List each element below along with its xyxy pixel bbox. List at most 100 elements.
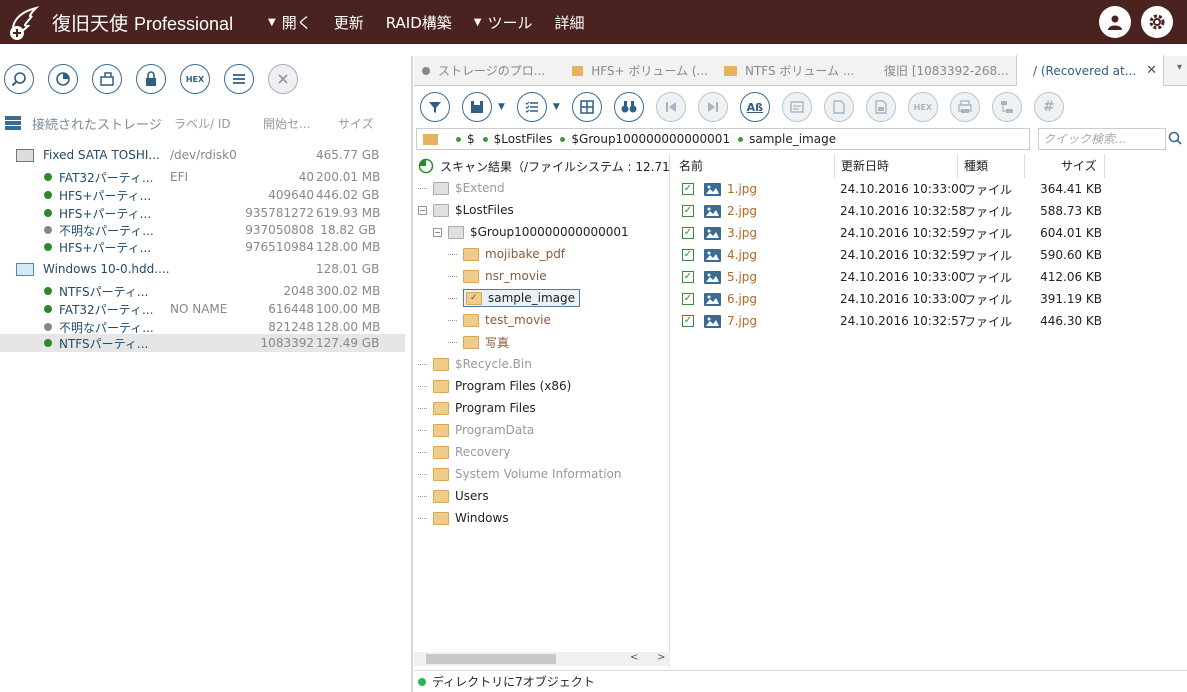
tree-item[interactable]: − $LostFiles	[418, 200, 514, 220]
tree-button[interactable]	[991, 92, 1022, 122]
hash-button[interactable]: #	[1033, 92, 1064, 122]
tree-item[interactable]: mojibake_pdf	[448, 244, 565, 264]
storage-partition-row[interactable]: NTFSパーティ... 1083392 127.49 GB	[0, 334, 405, 352]
breadcrumb-item[interactable]: sample_image	[749, 132, 836, 146]
scroll-left-icon[interactable]: <	[630, 652, 638, 663]
save-dropdown-icon[interactable]: ▼	[498, 102, 505, 112]
tree-item[interactable]: test_movie	[448, 310, 551, 330]
save-button[interactable]	[462, 92, 492, 122]
file-size: 590.60 KB	[1040, 248, 1102, 262]
disk-info-button[interactable]	[48, 64, 78, 94]
encoding-button[interactable]: Aß	[739, 92, 770, 122]
tree-item[interactable]: System Volume Information	[418, 464, 621, 484]
scan-button[interactable]	[4, 64, 34, 94]
file-checkbox[interactable]: ✓	[682, 227, 694, 239]
filter-button[interactable]	[420, 92, 450, 122]
menu-item-3[interactable]: ▼ ツール	[474, 12, 533, 33]
find-button[interactable]	[613, 92, 644, 122]
tree-item[interactable]: ProgramData	[418, 420, 534, 440]
list-button[interactable]	[224, 64, 254, 94]
search-icon[interactable]	[1168, 131, 1182, 148]
breadcrumb-item[interactable]: $Group100000000000001	[571, 132, 730, 146]
file-checkbox[interactable]: ✓	[682, 271, 694, 283]
menu-item-1[interactable]: 更新	[334, 12, 364, 33]
file-row[interactable]: ✓ 3.jpg 24.10.2016 10:32:59 ファイル 604.01 KB	[672, 222, 1187, 244]
panel-splitter[interactable]	[411, 56, 413, 692]
hex-view-button[interactable]: HEX	[907, 92, 938, 122]
file-row[interactable]: ✓ 7.jpg 24.10.2016 10:32:57 ファイル 446.30 KB	[672, 310, 1187, 332]
next-button[interactable]	[697, 92, 728, 122]
select-dropdown-icon[interactable]: ▼	[553, 102, 560, 112]
storage-partition-row[interactable]: HFS+パーティ... 976510984 128.00 MB	[0, 238, 405, 256]
file-checkbox[interactable]: ✓	[682, 249, 694, 261]
tab-4[interactable]: / (Recovered at... ✕	[1016, 55, 1164, 86]
tree-item[interactable]: Recovery	[418, 442, 511, 462]
menu-item-2[interactable]: RAID構築	[386, 12, 452, 33]
storage-partition-row[interactable]: FAT32パーティ... EFI 40 200.01 MB	[0, 168, 405, 186]
tree-item[interactable]: $Extend	[418, 178, 505, 198]
file-row[interactable]: ✓ 2.jpg 24.10.2016 10:32:58 ファイル 588.73 KB	[672, 200, 1187, 222]
preview-button[interactable]	[781, 92, 812, 122]
collapse-icon[interactable]: −	[433, 227, 442, 237]
image-button[interactable]	[92, 64, 122, 94]
tab-3[interactable]: 復旧 [1083392-268...	[868, 56, 1016, 86]
file-checkbox[interactable]: ✓	[682, 205, 694, 217]
tree-item[interactable]: Program Files (x86)	[418, 376, 571, 396]
tree-item[interactable]: 写真	[448, 332, 509, 352]
breadcrumb[interactable]: $ $LostFiles $Group100000000000001 sample_i…	[416, 128, 1030, 150]
column-size[interactable]: サイズ	[1024, 154, 1104, 178]
tab-0[interactable]: ストレージのプロ...	[414, 56, 564, 86]
scroll-right-icon[interactable]: >	[657, 652, 665, 663]
file-checkbox[interactable]: ✓	[682, 293, 694, 305]
file-size: 391.19 KB	[1040, 292, 1102, 306]
tree-item[interactable]: Program Files	[418, 398, 536, 418]
scroll-thumb[interactable]	[426, 654, 556, 664]
tree-root[interactable]: スキャン結果（/ファイルシステム : 12.71 GB	[418, 156, 669, 176]
storage-partition-row[interactable]: FAT32パーティ... NO NAME 616448 100.00 MB	[0, 300, 405, 318]
account-button[interactable]	[1099, 6, 1131, 38]
breadcrumb-item[interactable]: $LostFiles	[494, 132, 553, 146]
close-storage-button[interactable]	[268, 64, 298, 94]
file-row[interactable]: ✓ 1.jpg 24.10.2016 10:33:00 ファイル 364.41 KB	[672, 178, 1187, 200]
tab-overflow-icon[interactable]: ▾	[1177, 62, 1182, 73]
tree-item[interactable]: $Recycle.Bin	[418, 354, 532, 374]
prev-button[interactable]	[655, 92, 686, 122]
tree-hscrollbar[interactable]: < >	[414, 652, 670, 666]
file-row[interactable]: ✓ 6.jpg 24.10.2016 10:33:00 ファイル 391.19 KB	[672, 288, 1187, 310]
menu-item-4[interactable]: 詳細	[555, 12, 585, 33]
settings-button[interactable]	[1141, 6, 1173, 38]
breadcrumb-item[interactable]: $	[467, 132, 475, 146]
doc-button[interactable]	[823, 92, 854, 122]
column-date[interactable]: 更新日時	[834, 154, 889, 178]
file-row[interactable]: ✓ 4.jpg 24.10.2016 10:32:59 ファイル 590.60 KB	[672, 244, 1187, 266]
collapse-icon[interactable]: −	[418, 205, 427, 215]
column-name[interactable]: 名前	[679, 154, 703, 178]
file-checkbox[interactable]: ✓	[682, 183, 694, 195]
tab-1[interactable]: HFS+ ボリューム (...	[564, 56, 716, 86]
file-checkbox[interactable]: ✓	[682, 315, 694, 327]
hex-button[interactable]: HEX	[180, 64, 210, 94]
grid-view-button[interactable]	[571, 92, 602, 122]
selected-tree-item[interactable]: ✓ sample_image	[463, 289, 581, 307]
quick-search-input[interactable]: クイック検索...	[1038, 128, 1166, 150]
file-row[interactable]: ✓ 5.jpg 24.10.2016 10:33:00 ファイル 412.06 KB	[672, 266, 1187, 288]
select-list-button[interactable]	[516, 92, 547, 122]
save-doc-button[interactable]	[865, 92, 896, 122]
tree-item[interactable]: Windows	[418, 508, 509, 528]
storage-disk-row[interactable]: Windows 10-0.hdd.... 128.01 GB	[0, 260, 405, 278]
print-button[interactable]	[949, 92, 980, 122]
storage-partition-row[interactable]: HFS+パーティ... 409640 446.02 GB	[0, 186, 405, 204]
menu-item-0[interactable]: ▼ 開く	[268, 12, 312, 33]
storage-partition-row[interactable]: HFS+パーティ... 935781272 619.93 MB	[0, 204, 405, 222]
tree-item[interactable]: − $Group100000000000001	[433, 222, 629, 242]
storage-partition-row[interactable]: NTFSパーティ... 2048 300.02 MB	[0, 282, 405, 300]
tree-item[interactable]: Users	[418, 486, 489, 506]
tree-item[interactable]: nsr_movie	[448, 266, 547, 286]
lock-button[interactable]	[136, 64, 166, 94]
tab-2[interactable]: NTFS ボリューム ...	[716, 56, 868, 86]
column-type[interactable]: 種類	[957, 154, 988, 178]
close-tab-icon[interactable]: ✕	[1146, 63, 1157, 78]
storage-partition-row[interactable]: 不明なパーティ... 937050808 18.82 GB	[0, 221, 405, 239]
storage-disk-row[interactable]: Fixed SATA TOSHI... /dev/rdisk0 465.77 GB	[0, 146, 405, 164]
tree-item[interactable]: ✓ sample_image	[448, 288, 581, 308]
